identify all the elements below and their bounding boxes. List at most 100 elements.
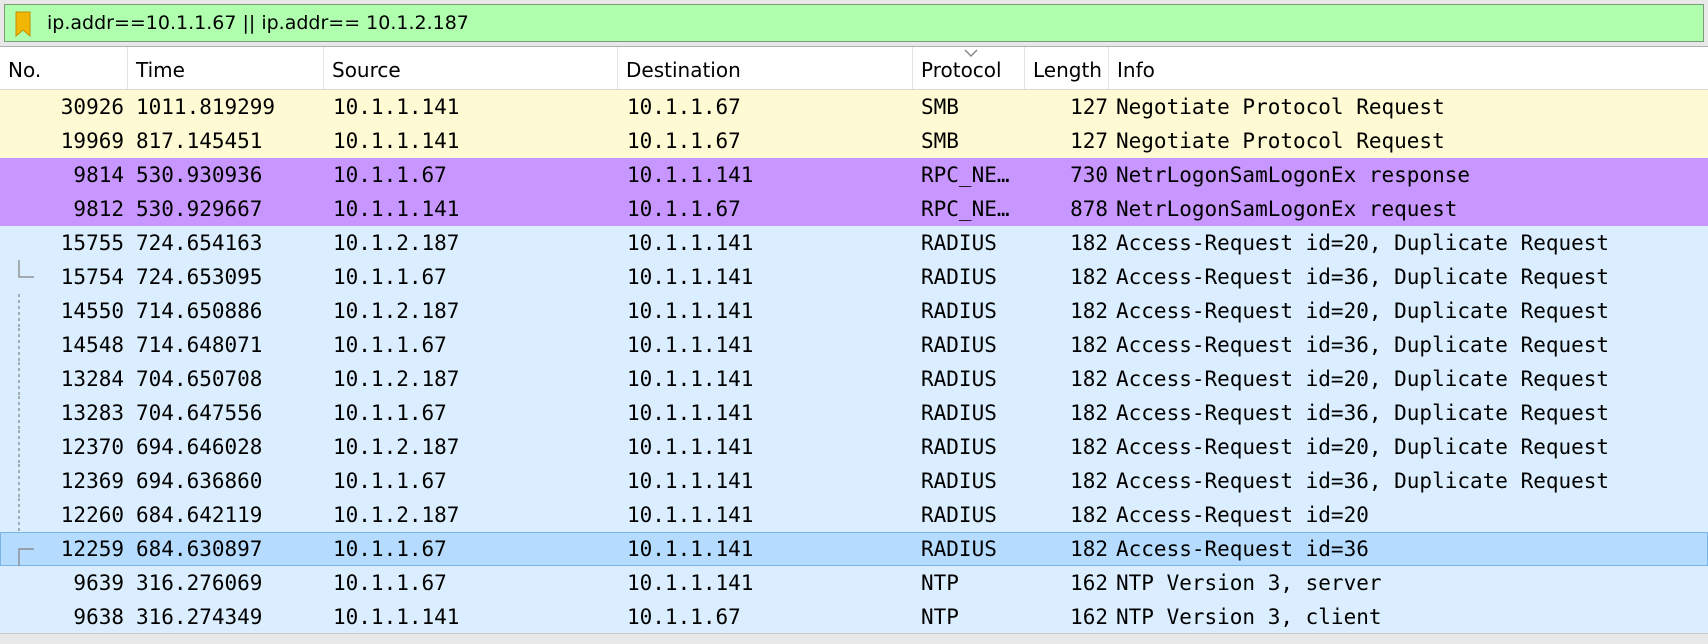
packet-length: 162 bbox=[1070, 571, 1108, 595]
packet-time: 530.930936 bbox=[136, 163, 263, 187]
packet-source: 10.1.2.187 bbox=[333, 503, 460, 527]
packet-info: NTP Version 3, server bbox=[1116, 571, 1382, 595]
packet-length: 182 bbox=[1070, 469, 1108, 493]
packet-row[interactable]: 19969 817.145451 10.1.1.141 10.1.1.67 SMB 127… bbox=[0, 124, 1708, 158]
packet-protocol: RADIUS bbox=[921, 537, 997, 561]
packet-destination: 10.1.1.141 bbox=[627, 163, 754, 187]
packet-time: 714.650886 bbox=[136, 299, 263, 323]
packet-protocol: RADIUS bbox=[921, 367, 997, 391]
packet-source: 10.1.1.67 bbox=[333, 265, 447, 289]
packet-row[interactable]: 12260 684.642119 10.1.2.187 10.1.1.141 RADIU… bbox=[0, 498, 1708, 532]
packet-info: NetrLogonSamLogonEx response bbox=[1116, 163, 1471, 187]
packet-number: 12259 bbox=[60, 537, 124, 561]
packet-row[interactable]: 12259 684.630897 10.1.1.67 10.1.1.141 RADIUS… bbox=[0, 532, 1708, 566]
packet-length: 182 bbox=[1070, 435, 1108, 459]
packet-info: Access-Request id=36 bbox=[1116, 537, 1369, 561]
packet-length: 182 bbox=[1070, 367, 1108, 391]
packet-length: 878 bbox=[1070, 197, 1108, 221]
packet-time: 704.650708 bbox=[136, 367, 263, 391]
packet-source: 10.1.2.187 bbox=[333, 367, 460, 391]
packet-list: 30926 1011.819299 10.1.1.141 10.1.1.67 SMB 12… bbox=[0, 90, 1708, 634]
column-header-time[interactable]: Time bbox=[128, 47, 324, 89]
packet-number: 12369 bbox=[60, 469, 124, 493]
packet-source: 10.1.1.141 bbox=[333, 129, 460, 153]
packet-number: 19969 bbox=[60, 129, 124, 153]
packet-info: NetrLogonSamLogonEx request bbox=[1116, 197, 1458, 221]
packet-row[interactable]: 15754 724.653095 10.1.1.67 10.1.1.141 RADIUS… bbox=[0, 260, 1708, 294]
packet-time: 316.274349 bbox=[136, 605, 263, 629]
packet-source: 10.1.2.187 bbox=[333, 435, 460, 459]
packet-source: 10.1.1.67 bbox=[333, 571, 447, 595]
packet-row[interactable]: 13283 704.647556 10.1.1.67 10.1.1.141 RADIUS… bbox=[0, 396, 1708, 430]
packet-length: 182 bbox=[1070, 401, 1108, 425]
packet-number: 9639 bbox=[73, 571, 124, 595]
packet-row[interactable]: 13284 704.650708 10.1.2.187 10.1.1.141 RADIU… bbox=[0, 362, 1708, 396]
packet-destination: 10.1.1.141 bbox=[627, 265, 754, 289]
packet-time: 316.276069 bbox=[136, 571, 263, 595]
packet-row[interactable]: 12369 694.636860 10.1.1.67 10.1.1.141 RADIUS… bbox=[0, 464, 1708, 498]
packet-number: 14550 bbox=[60, 299, 124, 323]
packet-length: 730 bbox=[1070, 163, 1108, 187]
packet-number: 9812 bbox=[73, 197, 124, 221]
column-header-length[interactable]: Length bbox=[1025, 47, 1109, 89]
packet-length: 182 bbox=[1070, 537, 1108, 561]
packet-list-header: No. Time Source Destination Protocol Len… bbox=[0, 47, 1708, 90]
packet-time: 714.648071 bbox=[136, 333, 263, 357]
display-filter-toolbar bbox=[0, 0, 1708, 46]
packet-length: 162 bbox=[1070, 605, 1108, 629]
packet-row[interactable]: 14548 714.648071 10.1.1.67 10.1.1.141 RADIUS… bbox=[0, 328, 1708, 362]
packet-length: 182 bbox=[1070, 333, 1108, 357]
column-header-source[interactable]: Source bbox=[324, 47, 618, 89]
bookmark-icon[interactable] bbox=[13, 11, 33, 37]
packet-destination: 10.1.1.67 bbox=[627, 95, 741, 119]
packet-source: 10.1.2.187 bbox=[333, 231, 460, 255]
packet-destination: 10.1.1.141 bbox=[627, 333, 754, 357]
packet-row[interactable]: 14550 714.650886 10.1.2.187 10.1.1.141 RADIU… bbox=[0, 294, 1708, 328]
packet-protocol: RPC_NE… bbox=[921, 163, 1010, 187]
packet-number: 15755 bbox=[60, 231, 124, 255]
packet-number: 30926 bbox=[60, 95, 124, 119]
packet-length: 182 bbox=[1070, 299, 1108, 323]
display-filter-box[interactable] bbox=[4, 4, 1704, 42]
packet-time: 724.654163 bbox=[136, 231, 263, 255]
packet-destination: 10.1.1.141 bbox=[627, 537, 754, 561]
packet-protocol: RADIUS bbox=[921, 469, 997, 493]
packet-time: 694.636860 bbox=[136, 469, 263, 493]
packet-time: 684.630897 bbox=[136, 537, 263, 561]
packet-info: Access-Request id=36, Duplicate Request bbox=[1116, 333, 1610, 357]
packet-source: 10.1.1.67 bbox=[333, 163, 447, 187]
packet-row[interactable]: 9638 316.274349 10.1.1.141 10.1.1.67 NTP 162 N… bbox=[0, 600, 1708, 634]
column-header-no[interactable]: No. bbox=[0, 47, 128, 89]
packet-row[interactable]: 9814 530.930936 10.1.1.67 10.1.1.141 RPC_NE…… bbox=[0, 158, 1708, 192]
packet-row[interactable]: 9639 316.276069 10.1.1.67 10.1.1.141 NTP 162 N… bbox=[0, 566, 1708, 600]
packet-destination: 10.1.1.67 bbox=[627, 605, 741, 629]
packet-info: Access-Request id=20 bbox=[1116, 503, 1369, 527]
packet-source: 10.1.1.141 bbox=[333, 605, 460, 629]
packet-row[interactable]: 12370 694.646028 10.1.2.187 10.1.1.141 RADIU… bbox=[0, 430, 1708, 464]
packet-time: 684.642119 bbox=[136, 503, 263, 527]
horizontal-scrollbar[interactable] bbox=[0, 633, 1708, 644]
packet-row[interactable]: 15755 724.654163 10.1.2.187 10.1.1.141 RADIU… bbox=[0, 226, 1708, 260]
packet-number: 15754 bbox=[60, 265, 124, 289]
packet-source: 10.1.2.187 bbox=[333, 299, 460, 323]
packet-destination: 10.1.1.141 bbox=[627, 401, 754, 425]
packet-row[interactable]: 9812 530.929667 10.1.1.141 10.1.1.67 RPC_NE…… bbox=[0, 192, 1708, 226]
packet-destination: 10.1.1.141 bbox=[627, 469, 754, 493]
display-filter-input[interactable] bbox=[47, 5, 1697, 41]
column-header-info[interactable]: Info bbox=[1109, 47, 1708, 89]
packet-source: 10.1.1.67 bbox=[333, 401, 447, 425]
packet-protocol: RADIUS bbox=[921, 333, 997, 357]
packet-info: Access-Request id=20, Duplicate Request bbox=[1116, 299, 1610, 323]
packet-protocol: RADIUS bbox=[921, 231, 997, 255]
packet-info: Access-Request id=20, Duplicate Request bbox=[1116, 435, 1610, 459]
packet-time: 817.145451 bbox=[136, 129, 263, 153]
packet-destination: 10.1.1.141 bbox=[627, 435, 754, 459]
packet-source: 10.1.1.67 bbox=[333, 537, 447, 561]
packet-info: Access-Request id=20, Duplicate Request bbox=[1116, 367, 1610, 391]
packet-destination: 10.1.1.141 bbox=[627, 231, 754, 255]
packet-destination: 10.1.1.141 bbox=[627, 503, 754, 527]
packet-row[interactable]: 30926 1011.819299 10.1.1.141 10.1.1.67 SMB 12… bbox=[0, 90, 1708, 124]
packet-protocol: RADIUS bbox=[921, 503, 997, 527]
column-header-destination[interactable]: Destination bbox=[618, 47, 913, 89]
packet-number: 13284 bbox=[60, 367, 124, 391]
